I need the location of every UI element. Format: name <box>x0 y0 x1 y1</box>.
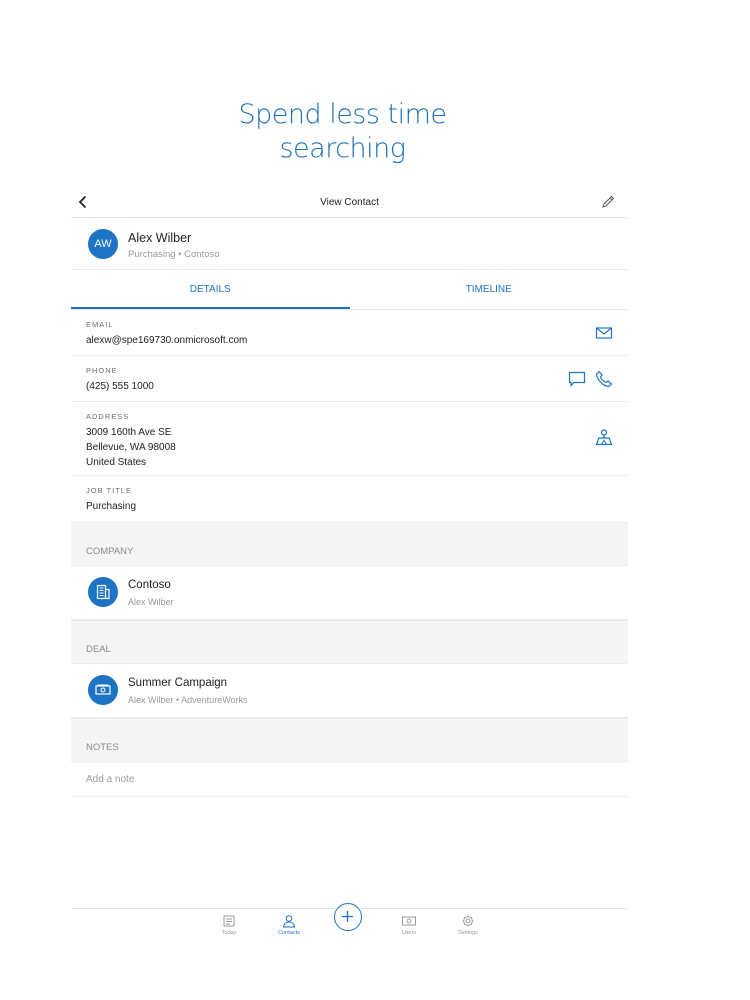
deal-item[interactable]: Summer Campaign Alex Wilber • AdventureW… <box>71 664 628 718</box>
job-title-label: JOB TITLE <box>86 486 132 495</box>
headline-line-1: Spend less time <box>238 99 447 130</box>
gear-icon <box>462 915 474 927</box>
company-item[interactable]: Contoso Alex Wilber <box>71 566 628 620</box>
headline: Spend less time searching <box>0 98 685 166</box>
contact-subtitle: Purchasing • Contoso <box>128 249 220 260</box>
tabbar-item-settings[interactable]: Settings <box>448 914 488 936</box>
tab-timeline[interactable]: TIMELINE <box>350 270 629 309</box>
map-icon[interactable] <box>595 428 613 446</box>
contact-header: AW Alex Wilber Purchasing • Contoso <box>71 218 628 270</box>
tabbar-label-users: Users <box>401 930 417 936</box>
email-label: EMAIL <box>86 320 114 329</box>
tabbar-label-settings: Settings <box>458 930 478 936</box>
email-field: EMAIL alexw@spe169730.onmicrosoft.com <box>71 310 628 356</box>
address-value[interactable]: 3009 160th Ave SE Bellevue, WA 98008 Uni… <box>86 425 628 470</box>
navigation-bar: View Contact <box>71 186 628 218</box>
address-line-3: United States <box>86 457 147 468</box>
bottom-tab-bar: Today Contacts Users Settings <box>71 903 628 948</box>
page-title: View Contact <box>320 197 379 208</box>
address-line-1: 3009 160th Ave SE <box>86 427 172 438</box>
tabbar-item-contacts[interactable]: Contacts <box>269 914 309 936</box>
contact-screen: View Contact AW Alex Wilber Purchasing •… <box>71 186 628 948</box>
tab-details[interactable]: DETAILS <box>71 270 350 309</box>
money-icon <box>402 916 416 926</box>
phone-icon[interactable] <box>595 370 613 388</box>
notes-section-header: NOTES <box>71 718 628 762</box>
add-button[interactable] <box>334 903 362 931</box>
company-name: Contoso <box>128 579 171 591</box>
plus-icon <box>342 911 353 922</box>
mail-icon[interactable] <box>595 324 613 342</box>
phone-label: PHONE <box>86 366 118 375</box>
message-icon[interactable] <box>568 370 586 388</box>
email-value[interactable]: alexw@spe169730.onmicrosoft.com <box>86 333 628 348</box>
address-label: ADDRESS <box>86 412 130 421</box>
building-icon <box>88 577 118 607</box>
pencil-icon[interactable] <box>600 194 616 210</box>
headline-line-2: searching <box>279 133 406 164</box>
address-field: ADDRESS 3009 160th Ave SE Bellevue, WA 9… <box>71 402 628 476</box>
deal-name: Summer Campaign <box>128 677 228 689</box>
job-title-field: JOB TITLE Purchasing <box>71 476 628 522</box>
phone-value[interactable]: (425) 555 1000 <box>86 379 628 394</box>
phone-field: PHONE (425) 555 1000 <box>71 356 628 402</box>
company-subtitle: Alex Wilber <box>128 597 174 607</box>
deal-section-header: DEAL <box>71 620 628 664</box>
address-line-2: Bellevue, WA 98008 <box>86 442 176 453</box>
person-icon <box>282 915 296 928</box>
contact-name: Alex Wilber <box>128 231 192 245</box>
tabbar-item-today[interactable]: Today <box>209 914 249 936</box>
tabbar-label-contacts: Contacts <box>278 930 300 936</box>
money-icon <box>88 675 118 705</box>
job-title-value: Purchasing <box>86 501 137 512</box>
avatar: AW <box>88 229 118 259</box>
tab-bar: DETAILS TIMELINE <box>71 270 628 310</box>
calendar-icon <box>223 915 235 927</box>
tabbar-label-today: Today <box>221 930 237 936</box>
tabbar-item-users[interactable]: Users <box>389 914 429 936</box>
add-note-input[interactable]: Add a note <box>71 762 628 797</box>
company-section-header: COMPANY <box>71 522 628 566</box>
deal-subtitle: Alex Wilber • AdventureWorks <box>128 695 248 705</box>
